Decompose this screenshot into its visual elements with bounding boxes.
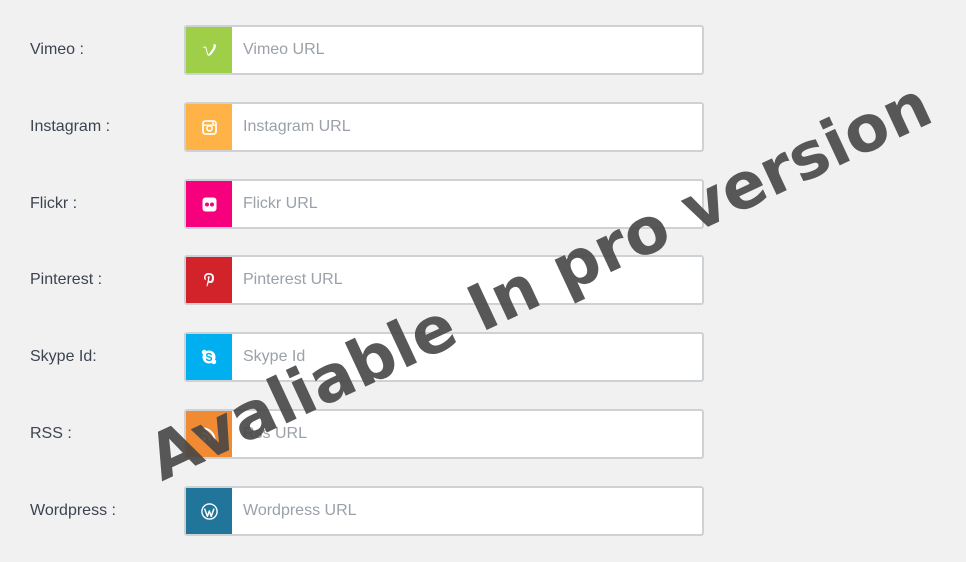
skype-row: Skype Id:: [0, 332, 966, 382]
flickr-row: Flickr :: [0, 179, 966, 229]
rss-field: [184, 409, 709, 459]
instagram-icon: [186, 104, 232, 150]
wordpress-label: Wordpress :: [30, 502, 116, 519]
wordpress-row: Wordpress :: [0, 486, 966, 536]
vimeo-icon: [186, 27, 232, 73]
wordpress-field: [184, 486, 709, 536]
vimeo-row: Vimeo :: [0, 25, 966, 75]
flickr-url-input[interactable]: [232, 181, 709, 227]
rss-url-input[interactable]: [232, 411, 709, 457]
instagram-url-input[interactable]: [232, 104, 709, 150]
skype-id-input[interactable]: [232, 334, 709, 380]
flickr-label: Flickr :: [30, 195, 78, 212]
pinterest-url-input[interactable]: [232, 257, 709, 303]
vimeo-label: Vimeo :: [30, 41, 84, 58]
rss-row: RSS :: [0, 409, 966, 459]
vimeo-field: [184, 25, 709, 75]
instagram-field: [184, 102, 709, 152]
rss-label: RSS :: [30, 425, 72, 442]
instagram-label: Instagram :: [30, 118, 111, 135]
skype-label: Skype Id:: [30, 348, 97, 365]
pinterest-field: [184, 255, 709, 305]
rss-icon: [186, 411, 232, 457]
flickr-icon: [186, 181, 232, 227]
flickr-field: [184, 179, 709, 229]
pinterest-label: Pinterest :: [30, 271, 103, 288]
instagram-row: Instagram :: [0, 102, 966, 152]
skype-field: [184, 332, 709, 382]
vimeo-url-input[interactable]: [232, 27, 709, 73]
wordpress-icon: [186, 488, 232, 534]
wordpress-url-input[interactable]: [232, 488, 709, 534]
skype-icon: [186, 334, 232, 380]
pinterest-icon: [186, 257, 232, 303]
pinterest-row: Pinterest :: [0, 255, 966, 305]
